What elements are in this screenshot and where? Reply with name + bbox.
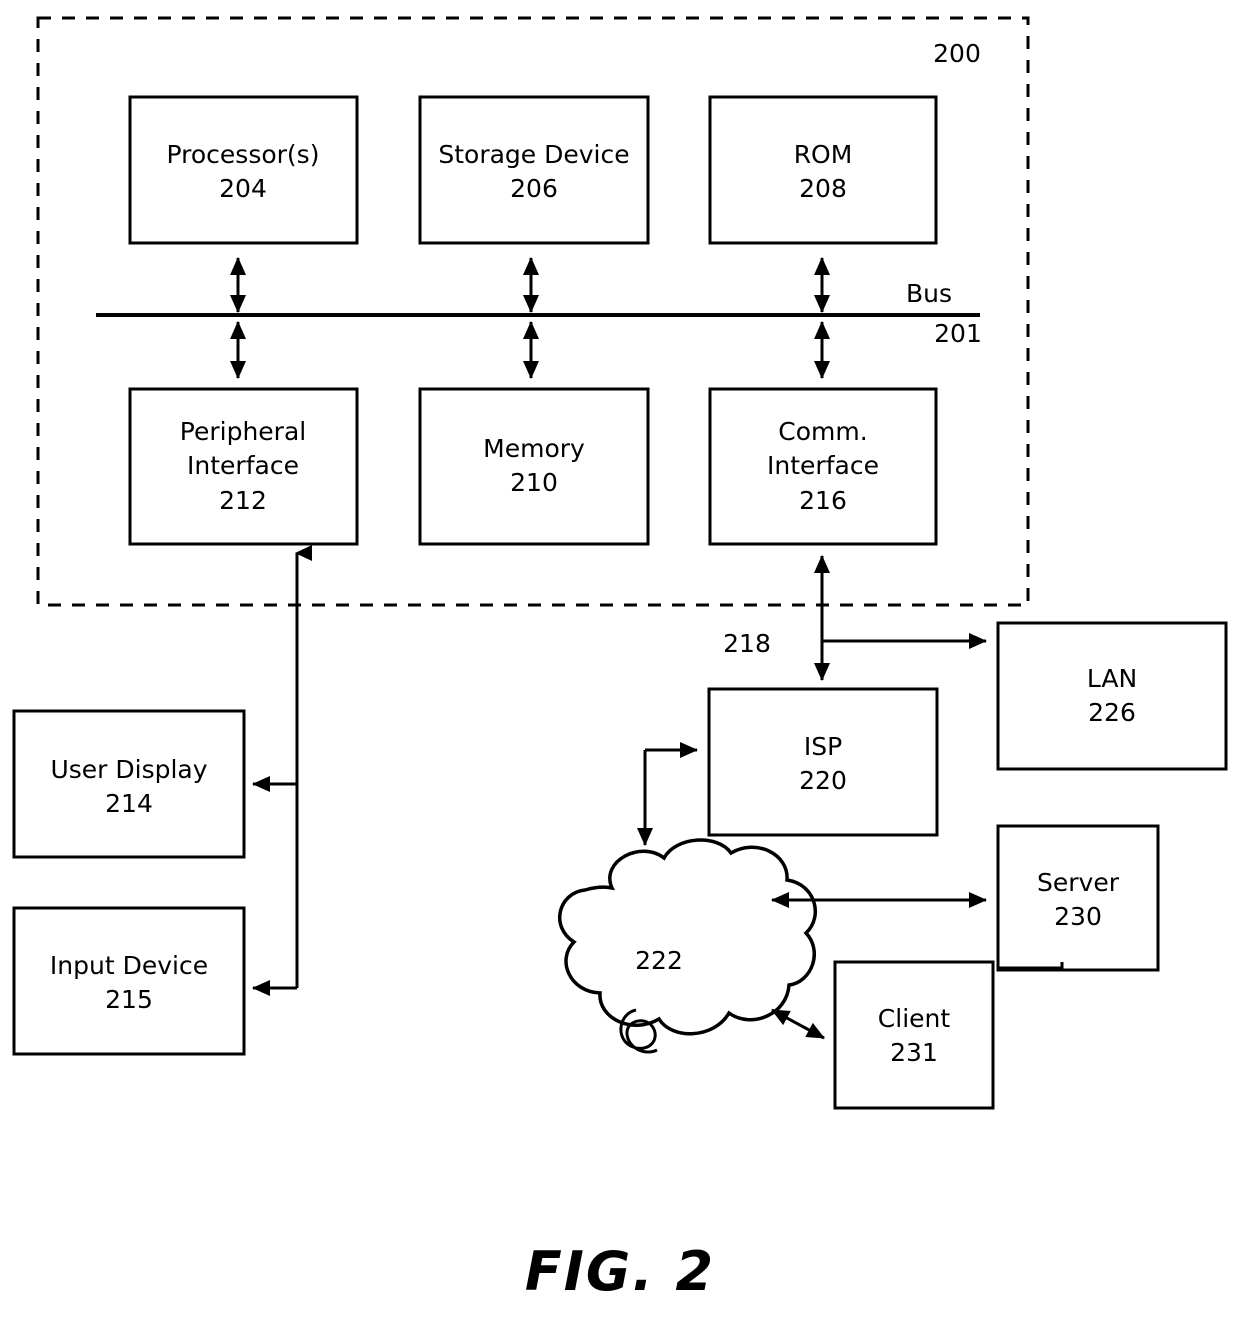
comm-link-ref-label: 218	[723, 629, 771, 658]
box-server-label: Server	[1037, 868, 1120, 897]
box-processor-label: Processor(s)	[167, 140, 320, 169]
box-user-display-ref: 214	[105, 789, 153, 818]
box-user-display	[12, 709, 246, 859]
box-comm-interface-ref: 216	[799, 486, 847, 515]
system-block-diagram: 200 Bus 201 Processor(s) 204 Storage Dev…	[12, 16, 1228, 1303]
box-isp-ref: 220	[799, 766, 847, 795]
box-peripheral-interface-label-line2: Interface	[187, 451, 299, 480]
box-isp	[707, 687, 939, 837]
box-lan-label: LAN	[1087, 664, 1137, 693]
bus-ref-label: 201	[934, 319, 982, 348]
box-server-ref: 230	[1054, 902, 1102, 931]
box-storage-device-label: Storage Device	[438, 140, 629, 169]
box-isp-label: ISP	[804, 732, 842, 761]
cloud-ref-label: 222	[635, 946, 683, 975]
connector-cloud-client	[771, 1008, 825, 1040]
box-memory	[418, 387, 650, 546]
box-storage-device	[418, 95, 650, 245]
system-ref-label: 200	[933, 39, 981, 68]
box-client-ref: 231	[890, 1038, 938, 1067]
box-memory-label: Memory	[483, 434, 585, 463]
box-lan	[996, 621, 1228, 771]
box-input-device-ref: 215	[105, 985, 153, 1014]
patent-figure-2: 200 Bus 201 Processor(s) 204 Storage Dev…	[0, 0, 1240, 1318]
box-memory-ref: 210	[510, 468, 558, 497]
figure-caption: FIG. 2	[525, 1240, 715, 1303]
box-server	[996, 824, 1160, 972]
box-processor-ref: 204	[219, 174, 267, 203]
box-rom-ref: 208	[799, 174, 847, 203]
box-input-device	[12, 906, 246, 1056]
box-user-display-label: User Display	[50, 755, 207, 784]
box-rom-label: ROM	[794, 140, 853, 169]
box-peripheral-interface-label-line1: Peripheral	[180, 417, 306, 446]
cloud-network-shape	[557, 838, 817, 1036]
box-comm-interface-label-line2: Interface	[767, 451, 879, 480]
box-client	[833, 960, 995, 1110]
box-storage-device-ref: 206	[510, 174, 558, 203]
box-processor	[128, 95, 359, 245]
box-input-device-label: Input Device	[50, 951, 208, 980]
box-peripheral-interface-ref: 212	[219, 486, 267, 515]
box-rom	[708, 95, 938, 245]
box-comm-interface-label-line1: Comm.	[778, 417, 867, 446]
bus-label: Bus	[906, 279, 952, 308]
box-client-label: Client	[878, 1004, 951, 1033]
box-lan-ref: 226	[1088, 698, 1136, 727]
